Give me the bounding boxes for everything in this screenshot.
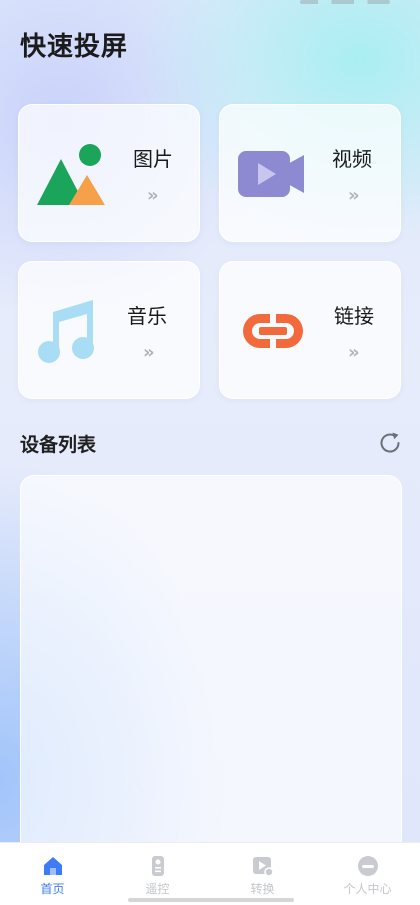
convert-video-icon bbox=[253, 857, 274, 877]
home-icon bbox=[44, 857, 62, 875]
refresh-icon[interactable] bbox=[377, 430, 403, 456]
chevron-right-icon: » bbox=[143, 342, 155, 363]
chevron-right-icon: » bbox=[348, 342, 360, 363]
card-links[interactable]: 链接 » bbox=[219, 261, 401, 399]
device-list-panel bbox=[20, 475, 402, 855]
status-bar bbox=[0, 0, 420, 6]
link-icon bbox=[243, 314, 303, 348]
tab-label: 个人中心 bbox=[343, 882, 392, 896]
chevron-right-icon: » bbox=[348, 185, 360, 206]
status-icons bbox=[300, 0, 390, 4]
music-note-icon bbox=[38, 300, 94, 363]
card-label: 视频 bbox=[332, 147, 372, 171]
tab-label: 首页 bbox=[40, 882, 65, 896]
tab-label: 遥控 bbox=[145, 882, 170, 896]
page-title: 快速投屏 bbox=[20, 32, 129, 62]
tab-profile[interactable]: 个人中心 bbox=[315, 843, 420, 905]
image-icon bbox=[37, 144, 105, 205]
tab-convert[interactable]: 转换 bbox=[210, 843, 315, 905]
tab-home[interactable]: 首页 bbox=[0, 843, 105, 905]
card-videos[interactable]: 视频 » bbox=[219, 104, 401, 242]
card-music[interactable]: 音乐 » bbox=[18, 261, 200, 399]
profile-icon bbox=[358, 856, 378, 876]
home-indicator bbox=[128, 898, 294, 902]
tab-label: 转换 bbox=[250, 882, 275, 896]
card-label: 音乐 bbox=[127, 304, 167, 328]
video-camera-icon bbox=[238, 151, 304, 197]
remote-control-icon bbox=[152, 856, 164, 876]
bottom-tab-bar: 首页 遥控 转换 个人中心 bbox=[0, 842, 420, 905]
chevron-right-icon: » bbox=[147, 185, 159, 206]
card-images[interactable]: 图片 » bbox=[18, 104, 200, 242]
tab-remote[interactable]: 遥控 bbox=[105, 843, 210, 905]
card-label: 图片 bbox=[133, 147, 173, 171]
card-label: 链接 bbox=[334, 304, 374, 328]
device-list-title: 设备列表 bbox=[20, 434, 97, 456]
